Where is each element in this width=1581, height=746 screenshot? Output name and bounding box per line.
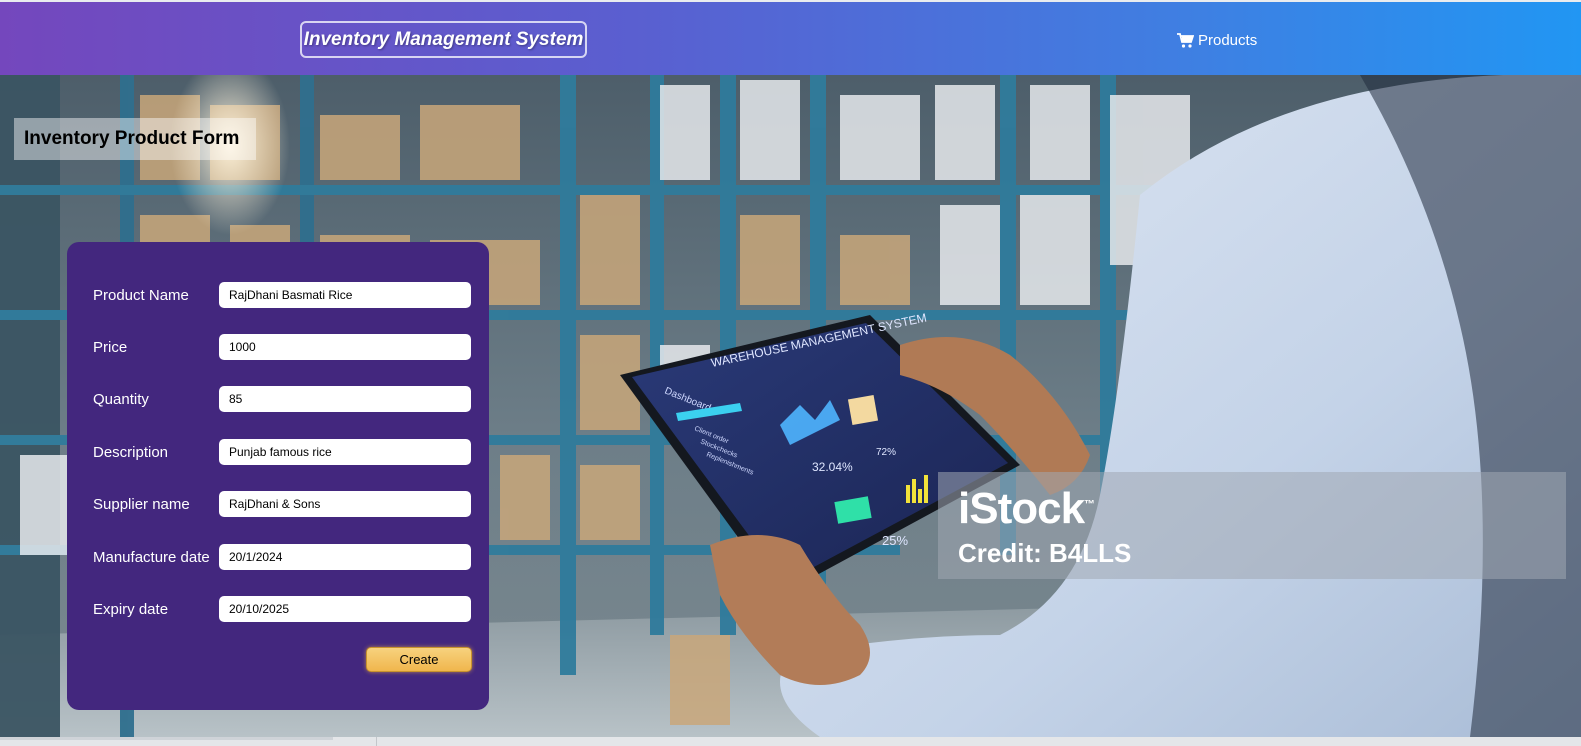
price-label: Price — [93, 339, 128, 356]
watermark-logo: iStock™ — [958, 484, 1095, 534]
watermark-trademark: ™ — [1084, 498, 1095, 511]
description-label: Description — [93, 444, 169, 461]
nav-products-label: Products — [1198, 31, 1258, 49]
form-row-price: Price — [67, 334, 489, 362]
description-input[interactable] — [219, 439, 471, 465]
bottom-strip — [0, 737, 1581, 746]
form-row-supplier-name: Supplier name — [67, 491, 489, 519]
form-row-product-name: Product Name — [67, 282, 489, 310]
product-name-input[interactable] — [219, 282, 471, 308]
quantity-input[interactable] — [219, 386, 471, 412]
form-row-expiry-date: Expiry date — [67, 596, 489, 624]
create-button[interactable]: Create — [366, 647, 472, 672]
supplier-name-input[interactable] — [219, 491, 471, 517]
watermark-logo-text: iStock — [958, 484, 1085, 533]
manufacture-date-label: Manufacture date — [93, 549, 210, 566]
nav-products-link[interactable]: Products — [1176, 28, 1257, 52]
product-name-label: Product Name — [93, 287, 189, 304]
top-navbar: Inventory Management System Products — [0, 2, 1581, 75]
expiry-date-input[interactable] — [219, 596, 471, 622]
divider — [0, 737, 333, 740]
manufacture-date-input[interactable] — [219, 544, 471, 570]
expiry-date-label: Expiry date — [93, 601, 169, 618]
form-row-manufacture-date: Manufacture date — [67, 544, 489, 572]
istock-watermark: iStock™ Credit: B4LLS — [938, 472, 1566, 579]
brand-title[interactable]: Inventory Management System — [300, 21, 587, 58]
product-form: Product Name Price Quantity Description … — [67, 242, 489, 710]
form-row-description: Description — [67, 439, 489, 467]
cart-icon — [1176, 32, 1194, 49]
supplier-name-label: Supplier name — [93, 496, 190, 513]
tablet-stat: 25% — [882, 533, 908, 548]
tablet-stat: 32.04% — [812, 460, 853, 474]
form-row-quantity: Quantity — [67, 386, 489, 414]
page-title: Inventory Product Form — [14, 118, 256, 160]
watermark-credit: Credit: B4LLS — [958, 538, 1132, 568]
tablet-stat: 72% — [876, 447, 896, 458]
divider — [376, 737, 377, 746]
price-input[interactable] — [219, 334, 471, 360]
quantity-label: Quantity — [93, 391, 149, 408]
